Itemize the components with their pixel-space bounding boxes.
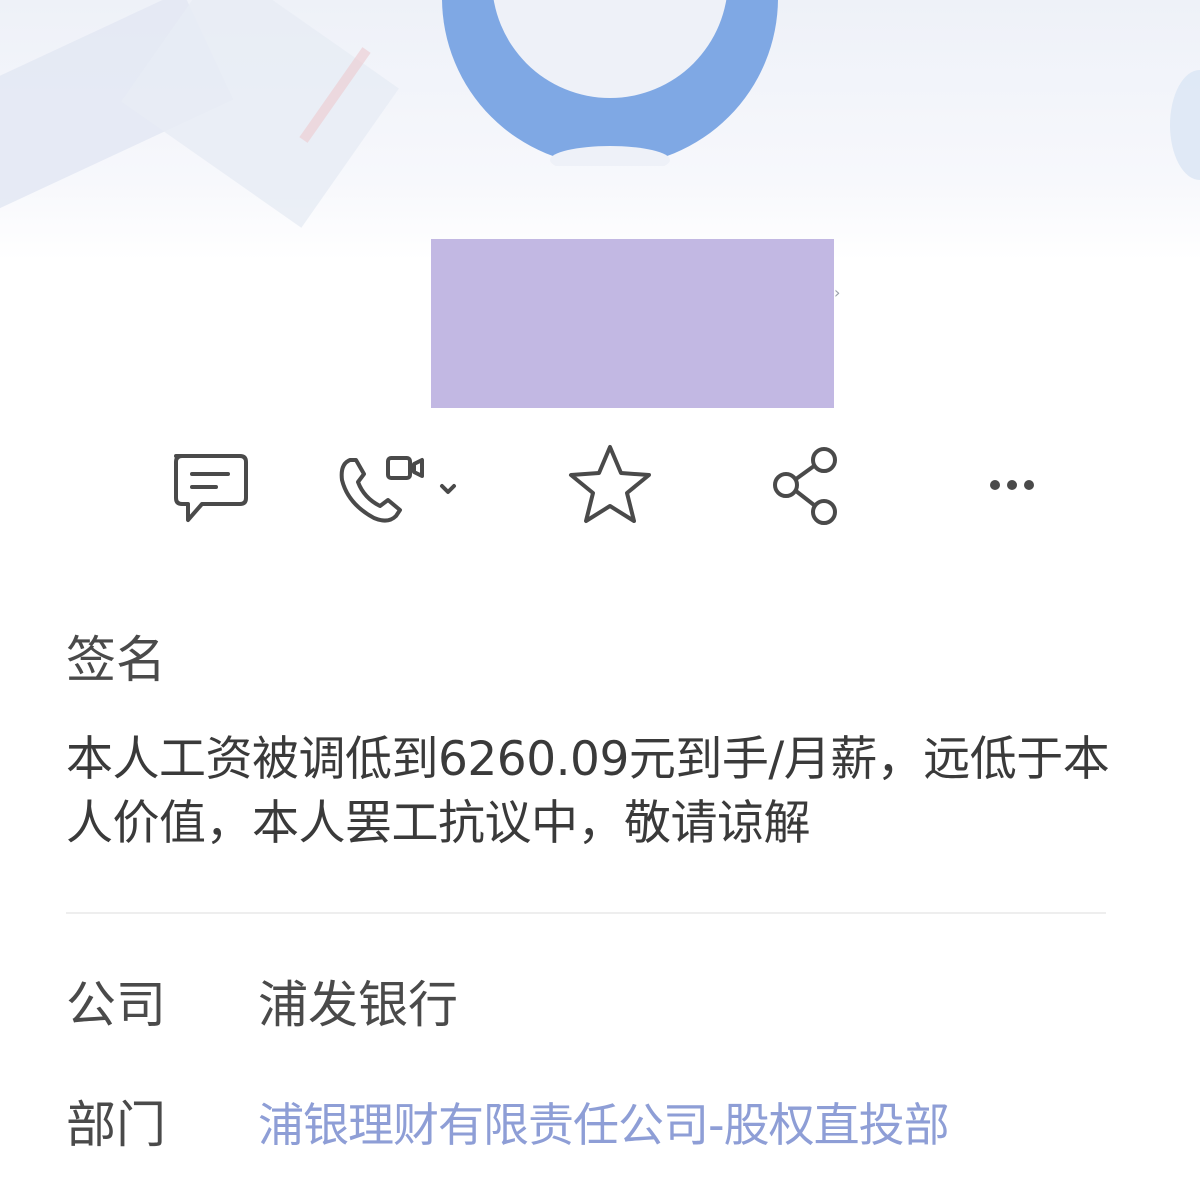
name-edit-icon: ›: [834, 283, 841, 302]
header-decoration: [1170, 70, 1200, 180]
phone-video-icon: [330, 440, 460, 530]
more-icon: [967, 470, 1057, 500]
redacted-name: [431, 239, 834, 408]
signature-label: 签名: [66, 631, 166, 689]
favorite-button[interactable]: [555, 440, 665, 530]
company-value: 浦发银行: [258, 976, 458, 1034]
avatar[interactable]: [442, 0, 778, 166]
star-icon: [562, 437, 658, 533]
call-button[interactable]: [339, 440, 456, 530]
section-divider: [66, 912, 1106, 914]
message-button[interactable]: [152, 440, 262, 530]
department-label: 部门: [66, 1096, 166, 1154]
company-label: 公司: [66, 976, 166, 1034]
profile-action-bar: [0, 430, 1200, 540]
message-icon: [162, 440, 252, 530]
signature-text: 本人工资被调低到6260.09元到手/月薪，远低于本人价值，本人罢工抗议中，敬请…: [66, 732, 1110, 851]
more-button[interactable]: [957, 440, 1067, 530]
share-icon: [762, 440, 852, 530]
share-button[interactable]: [752, 440, 862, 530]
department-link[interactable]: 浦银理财有限责任公司-股权直投部: [258, 1095, 950, 1155]
